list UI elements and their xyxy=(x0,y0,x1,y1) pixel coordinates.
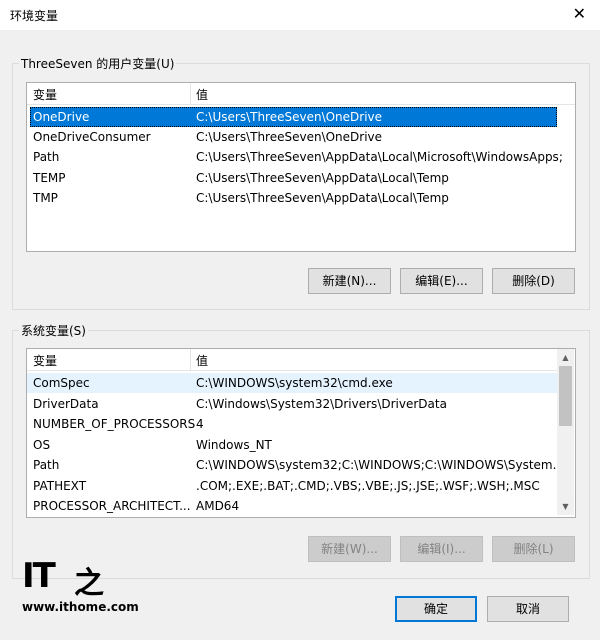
variable-name: OneDrive xyxy=(33,110,90,124)
list-item[interactable]: PATHEXT .COM;.EXE;.BAT;.CMD;.VBS;.VBE;.J… xyxy=(27,476,557,496)
scroll-down-icon[interactable]: ▼ xyxy=(557,498,574,515)
title-bar: 环境变量 ✕ xyxy=(0,0,600,30)
user-edit-button[interactable]: 编辑(E)... xyxy=(400,268,483,294)
variable-name: DriverData xyxy=(33,397,99,411)
system-new-button[interactable]: 新建(W)... xyxy=(308,536,391,562)
variable-value: C:\WINDOWS\system32;C:\WINDOWS;C:\WINDOW… xyxy=(196,458,565,472)
variable-value: C:\Users\ThreeSeven\AppData\Local\Temp xyxy=(196,191,449,205)
vertical-scrollbar[interactable]: ▲ ▼ xyxy=(557,349,574,515)
column-header-value[interactable]: 值 xyxy=(196,352,208,369)
variable-value: C:\Windows\System32\Drivers\DriverData xyxy=(196,397,447,411)
variable-value: C:\Users\ThreeSeven\OneDrive xyxy=(196,110,383,124)
variable-value: C:\Users\ThreeSeven\AppData\Local\Temp xyxy=(196,171,449,185)
list-item[interactable]: OneDrive C:\Users\ThreeSeven\OneDrive xyxy=(27,107,557,127)
variable-name: OneDriveConsumer xyxy=(33,130,151,144)
cancel-button[interactable]: 取消 xyxy=(487,596,569,622)
system-edit-button[interactable]: 编辑(I)... xyxy=(400,536,483,562)
column-header-value[interactable]: 值 xyxy=(196,86,208,103)
list-item[interactable]: Path C:\Users\ThreeSeven\AppData\Local\M… xyxy=(27,147,575,167)
list-item[interactable]: PROCESSOR_ARCHITECT... AMD64 xyxy=(27,496,557,516)
variable-value: 4 xyxy=(196,417,204,431)
variable-value: Windows_NT xyxy=(196,438,272,452)
variable-value: AMD64 xyxy=(196,499,240,513)
user-variables-list[interactable]: 变量 值 OneDrive C:\Users\ThreeSeven\OneDri… xyxy=(26,82,576,252)
variable-name: PATHEXT xyxy=(33,479,87,493)
variable-name: ComSpec xyxy=(33,376,90,390)
user-new-button[interactable]: 新建(N)... xyxy=(308,268,391,294)
variable-name: PROCESSOR_ARCHITECT... xyxy=(33,499,191,513)
variable-name: OS xyxy=(33,438,51,452)
list-item[interactable]: NUMBER_OF_PROCESSORS 4 xyxy=(27,414,557,434)
list-item[interactable]: Path C:\WINDOWS\system32;C:\WINDOWS;C:\W… xyxy=(27,455,564,475)
list-item[interactable]: TEMP C:\Users\ThreeSeven\AppData\Local\T… xyxy=(27,168,575,188)
column-header-variable[interactable]: 变量 xyxy=(33,86,57,103)
system-variables-list[interactable]: 变量 值 ComSpec C:\WINDOWS\system32\cmd.exe… xyxy=(26,348,576,518)
window-title: 环境变量 xyxy=(10,9,59,23)
variable-name: NUMBER_OF_PROCESSORS xyxy=(33,417,196,431)
system-variables-label: 系统变量(S) xyxy=(19,322,88,339)
system-delete-button[interactable]: 删除(L) xyxy=(492,536,575,562)
ok-button[interactable]: 确定 xyxy=(395,596,477,622)
variable-value: C:\WINDOWS\system32\cmd.exe xyxy=(196,376,393,390)
variable-value: .COM;.EXE;.BAT;.CMD;.VBS;.VBE;.JS;.JSE;.… xyxy=(196,479,540,493)
scrollbar-thumb[interactable] xyxy=(559,366,572,426)
user-variables-label: ThreeSeven 的用户变量(U) xyxy=(19,55,177,72)
watermark-url: www.ithome.com xyxy=(22,600,139,614)
list-header: 变量 值 xyxy=(27,349,557,371)
variable-value: C:\Users\ThreeSeven\AppData\Local\Micros… xyxy=(196,150,563,164)
list-item[interactable]: TMP C:\Users\ThreeSeven\AppData\Local\Te… xyxy=(27,188,575,208)
list-item[interactable]: DriverData C:\Windows\System32\Drivers\D… xyxy=(27,394,557,414)
list-item[interactable]: OS Windows_NT xyxy=(27,435,557,455)
close-icon[interactable]: ✕ xyxy=(573,5,586,23)
column-header-variable[interactable]: 变量 xyxy=(33,352,57,369)
scroll-up-icon[interactable]: ▲ xyxy=(557,349,574,366)
variable-name: TEMP xyxy=(33,171,66,185)
user-delete-button[interactable]: 删除(D) xyxy=(492,268,575,294)
list-item[interactable]: OneDriveConsumer C:\Users\ThreeSeven\One… xyxy=(27,127,575,147)
variable-name: Path xyxy=(33,458,60,472)
variable-value: C:\Users\ThreeSeven\OneDrive xyxy=(196,130,383,144)
variable-name: Path xyxy=(33,150,60,164)
list-item[interactable]: ComSpec C:\WINDOWS\system32\cmd.exe xyxy=(27,373,557,393)
list-header: 变量 值 xyxy=(27,83,575,105)
ithome-watermark-logo: IT 之 www.ithome.com xyxy=(22,556,139,614)
variable-name: TMP xyxy=(33,191,58,205)
